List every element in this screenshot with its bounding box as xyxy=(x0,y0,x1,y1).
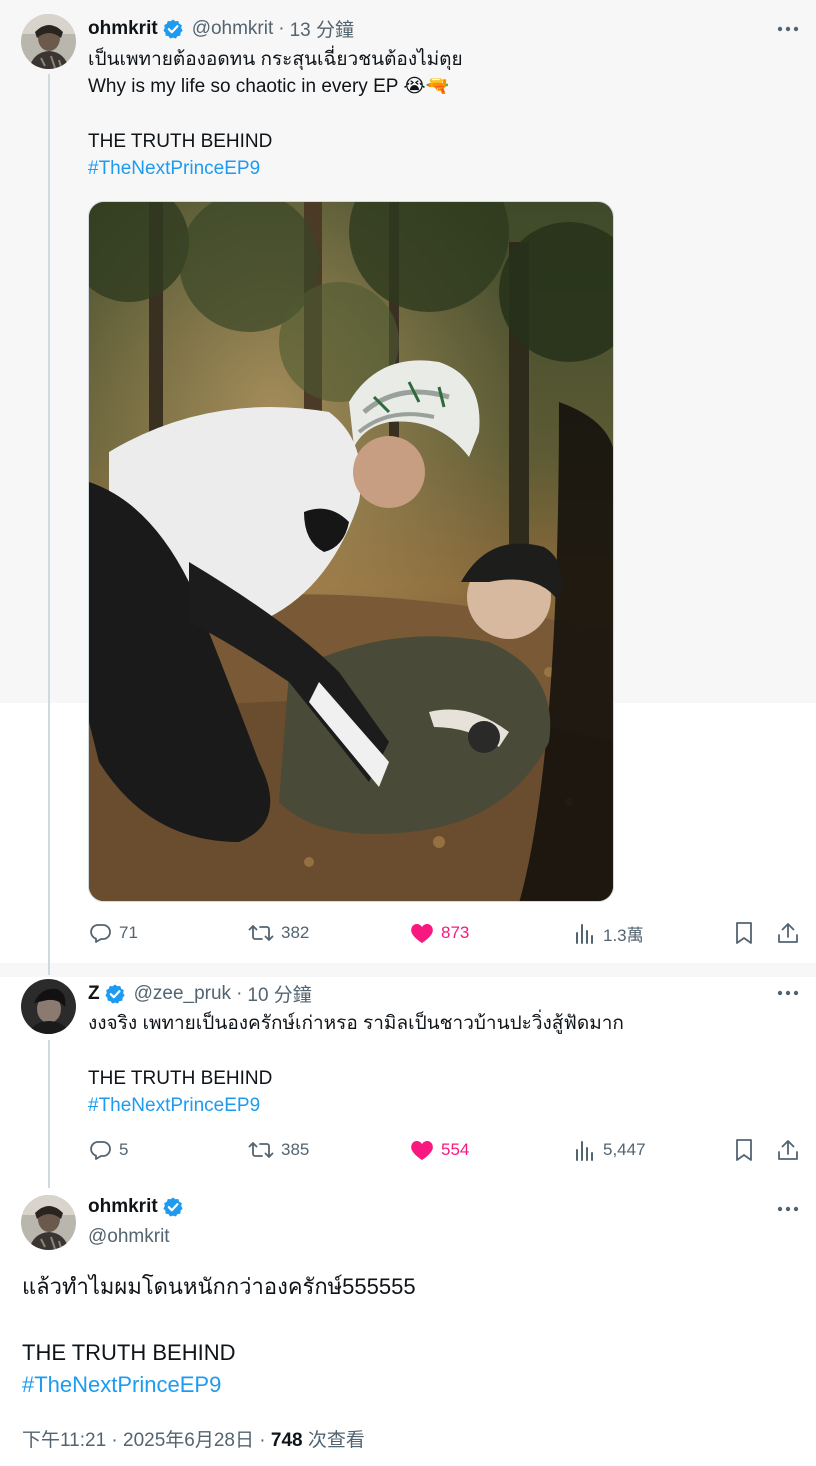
tweet-actions: 5 385 554 5,447 xyxy=(88,1135,800,1165)
tweet-text-line: งงจริง เพทายเป็นองครักษ์เก่าหรอ รามิลเป็… xyxy=(88,1013,624,1034)
views-chart-icon xyxy=(576,924,593,944)
tweet-text-line: THE TRUTH BEHIND xyxy=(88,131,273,152)
like-button[interactable]: 554 xyxy=(410,1135,469,1165)
tweet-text-line: Why is my life so chaotic in every EP 😭🔫 xyxy=(88,73,449,101)
share-button[interactable] xyxy=(777,1135,806,1165)
retweet-count: 385 xyxy=(281,1140,310,1159)
tweet-separator xyxy=(0,963,816,977)
view-count: 1.3萬 xyxy=(603,925,644,945)
hashtag-link[interactable]: #TheNextPrinceEP9 xyxy=(22,1368,221,1401)
display-name[interactable]: ohmkrit xyxy=(88,18,158,40)
tweet-header: ohmkrit xyxy=(88,1196,184,1218)
retweet-icon xyxy=(248,925,274,941)
more-options-icon[interactable] xyxy=(775,16,801,42)
verified-badge-icon xyxy=(104,983,126,1005)
like-button[interactable]: 873 xyxy=(410,918,469,948)
timestamp[interactable]: 10 分鐘 xyxy=(247,980,311,1007)
handle[interactable]: @ohmkrit xyxy=(88,1223,170,1251)
more-options-icon[interactable] xyxy=(775,980,801,1006)
separator-dot: · xyxy=(236,982,243,1004)
retweet-button[interactable]: 385 xyxy=(248,1135,309,1165)
thread-line xyxy=(48,1040,50,1188)
hashtag-link[interactable]: #TheNextPrinceEP9 xyxy=(88,155,260,183)
views-button[interactable]: 1.3萬 xyxy=(574,918,644,948)
post-datetime[interactable]: 下午11:21 · 2025年6月28日 · xyxy=(22,1430,271,1451)
views-button[interactable]: 5,447 xyxy=(574,1135,646,1165)
retweet-button[interactable]: 382 xyxy=(248,918,309,948)
tweet-text-english: Why is my life so chaotic in every EP xyxy=(88,76,399,97)
avatar[interactable] xyxy=(21,14,76,69)
reply-button[interactable]: 5 xyxy=(88,1135,128,1165)
handle[interactable]: @ohmkrit xyxy=(192,18,274,40)
display-name[interactable]: ohmkrit xyxy=(88,1196,158,1218)
share-icon xyxy=(778,1140,798,1160)
reply-count: 5 xyxy=(119,1140,129,1159)
tweet-text-line: เป็นเพทายต้องอดทน กระสุนเฉี่ยวชนต้องไม่ต… xyxy=(88,49,463,70)
photo-two-cyclists-in-forest xyxy=(89,202,613,901)
reply-icon xyxy=(90,924,111,943)
timestamp[interactable]: 13 分鐘 xyxy=(290,15,354,42)
avatar[interactable] xyxy=(21,979,76,1034)
retweet-icon xyxy=(248,1142,274,1158)
separator-dot: · xyxy=(278,17,285,39)
bookmark-button[interactable] xyxy=(734,918,761,948)
like-count: 554 xyxy=(441,1140,470,1159)
hashtag-link[interactable]: #TheNextPrinceEP9 xyxy=(88,1092,260,1120)
like-count: 873 xyxy=(441,923,470,942)
tweet-header: ohmkrit @ohmkrit · 13 分鐘 xyxy=(88,15,354,42)
reply-icon xyxy=(90,1141,111,1160)
display-name[interactable]: Z xyxy=(88,983,100,1005)
tweet-actions: 71 382 873 1.3萬 xyxy=(88,918,800,948)
tweet-meta: 下午11:21 · 2025年6月28日 · 748 次查看 xyxy=(22,1425,365,1452)
verified-badge-icon xyxy=(162,18,184,40)
tweet-header: Z @zee_pruk · 10 分鐘 xyxy=(88,980,312,1007)
view-count: 5,447 xyxy=(603,1140,646,1159)
verified-badge-icon xyxy=(162,1196,184,1218)
reply-button[interactable]: 71 xyxy=(88,918,138,948)
share-icon xyxy=(778,923,798,943)
tweet-text-line: แล้วทำไมผมโดนหนักกว่าองครักษ์555555 xyxy=(22,1274,416,1299)
bookmark-icon xyxy=(736,922,752,944)
tweet-text-line: THE TRUTH BEHIND xyxy=(88,1068,273,1089)
tweet-media-photo[interactable] xyxy=(88,201,614,902)
tweet-text-line: THE TRUTH BEHIND xyxy=(22,1340,236,1365)
bookmark-icon xyxy=(736,1139,752,1161)
handle[interactable]: @zee_pruk xyxy=(134,983,231,1005)
thread-line xyxy=(48,74,50,975)
view-count: 748 xyxy=(270,1430,303,1451)
avatar[interactable] xyxy=(21,1195,76,1250)
views-chart-icon xyxy=(576,1141,593,1161)
bookmark-button[interactable] xyxy=(734,1135,761,1165)
heart-filled-icon xyxy=(411,924,433,943)
share-button[interactable] xyxy=(777,918,806,948)
more-options-icon[interactable] xyxy=(775,1196,801,1222)
views-label: 次查看 xyxy=(302,1430,365,1451)
retweet-count: 382 xyxy=(281,923,310,942)
emoji: 😭🔫 xyxy=(403,76,450,97)
heart-filled-icon xyxy=(411,1141,433,1160)
reply-count: 71 xyxy=(119,923,138,942)
